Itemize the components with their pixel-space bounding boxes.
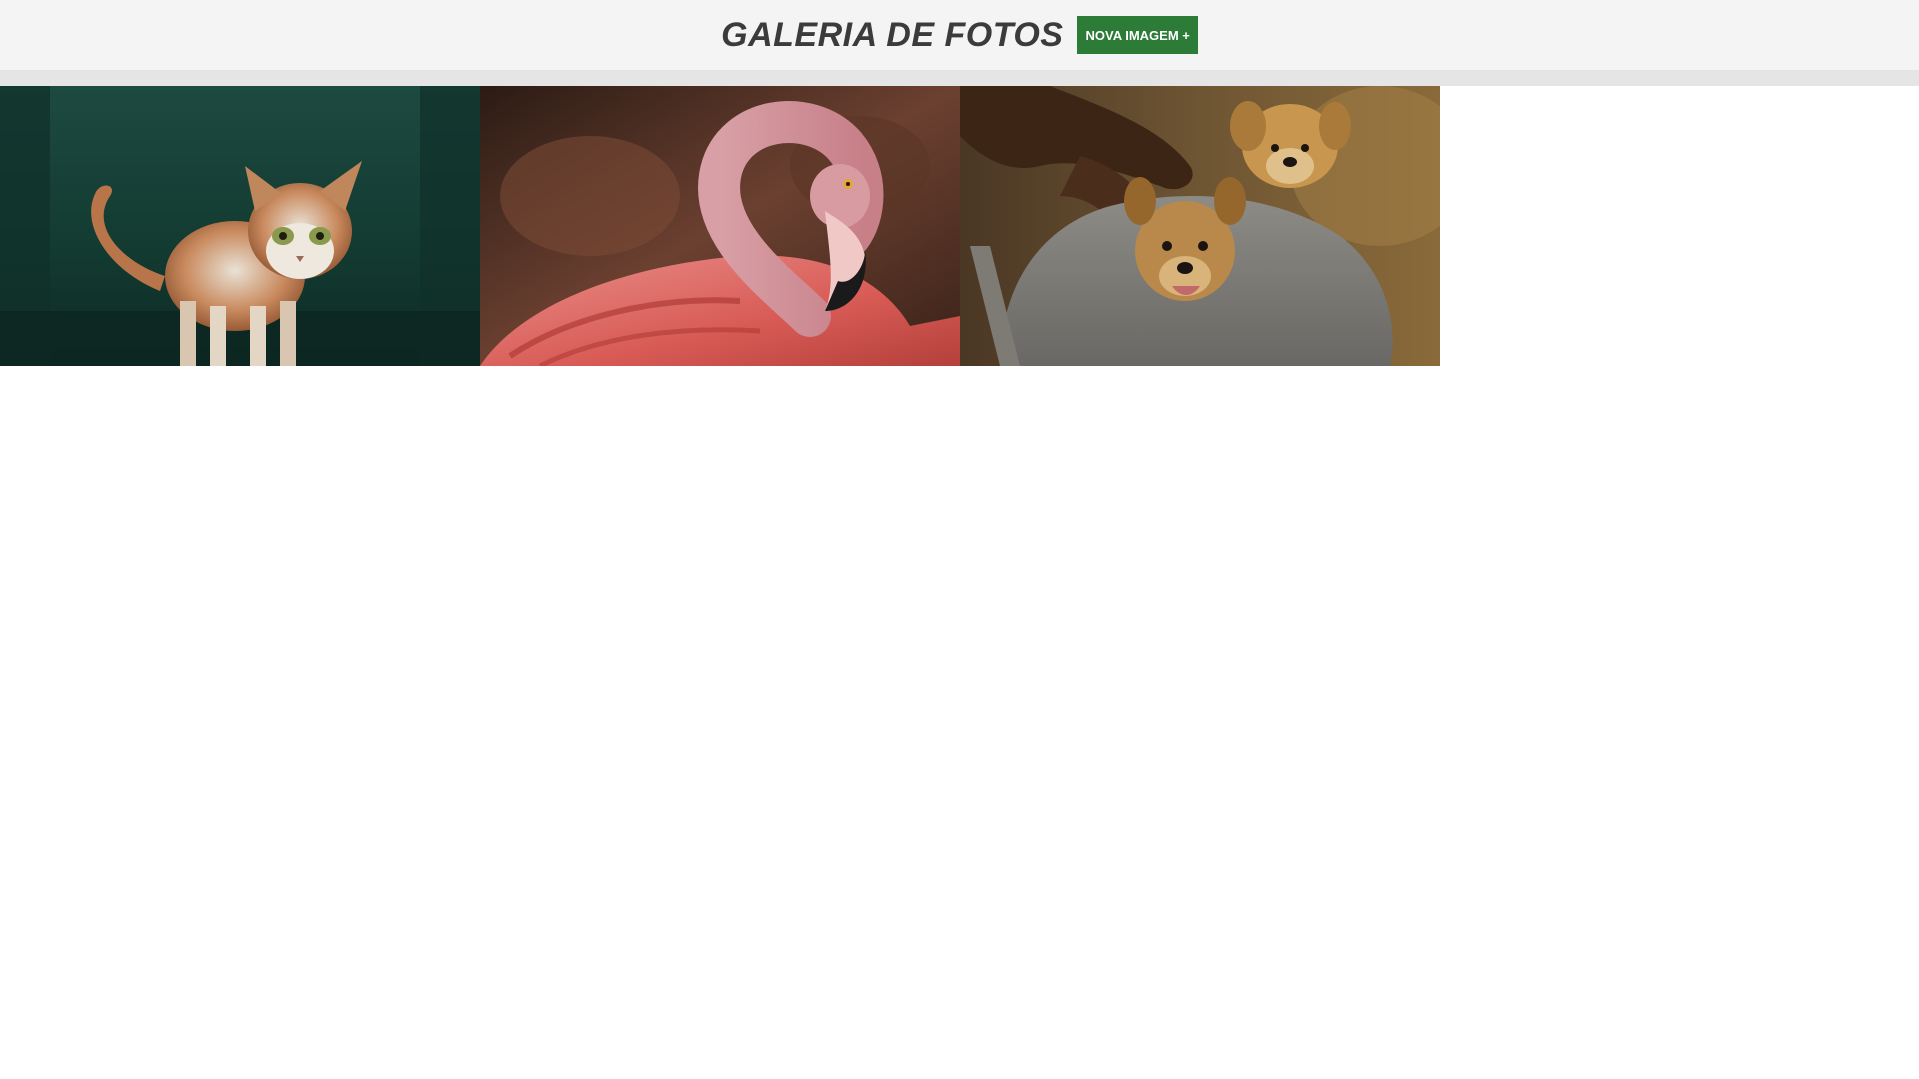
page-header: GALERIA DE FOTOS NOVA IMAGEM + <box>0 0 1919 70</box>
header-divider <box>0 70 1919 86</box>
puppies-image <box>960 86 1440 366</box>
gallery-photo-puppies[interactable] <box>960 86 1440 366</box>
photo-gallery <box>0 86 1440 366</box>
gallery-photo-flamingo[interactable] <box>480 86 960 366</box>
new-image-button[interactable]: NOVA IMAGEM + <box>1077 16 1198 54</box>
flamingo-image <box>480 86 960 366</box>
page-title: GALERIA DE FOTOS <box>721 15 1064 54</box>
gallery-photo-cat[interactable] <box>0 86 480 366</box>
cat-image <box>0 86 480 366</box>
